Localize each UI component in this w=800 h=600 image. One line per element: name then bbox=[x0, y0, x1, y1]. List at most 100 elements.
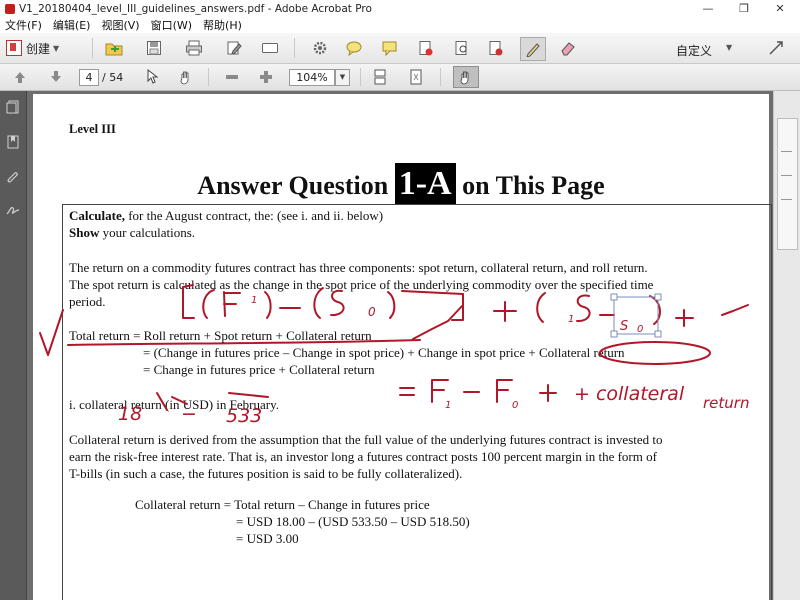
chevron-down-icon: ▼ bbox=[53, 43, 60, 53]
toolbar-divider bbox=[440, 68, 441, 86]
page-number-input[interactable]: 4 bbox=[79, 69, 99, 86]
equation-line: = (Change in futures price – Change in s… bbox=[143, 345, 625, 360]
equation-line: = Change in futures price + Collateral r… bbox=[143, 362, 375, 377]
next-page-button[interactable] bbox=[46, 67, 66, 87]
form-field-icon bbox=[262, 43, 278, 53]
hand-tool-button[interactable] bbox=[176, 67, 196, 87]
heading-prefix: Answer Question bbox=[197, 171, 395, 200]
edit-pdf-button[interactable] bbox=[224, 38, 244, 58]
speech-bubble-icon bbox=[346, 41, 362, 56]
navigation-toolbar: 4 / 54 104% ▼ 工具 签名 注释 bbox=[0, 64, 800, 150]
menu-window[interactable]: 窗口(W) bbox=[146, 17, 198, 33]
expand-button[interactable] bbox=[766, 38, 786, 58]
menu-help[interactable]: 帮助(H) bbox=[198, 17, 248, 33]
paragraph-line: The return on a commodity futures contra… bbox=[69, 260, 648, 275]
paragraph-line: Collateral return is derived from the as… bbox=[69, 432, 663, 447]
toolbar-divider bbox=[208, 68, 209, 86]
arrow-up-icon bbox=[15, 72, 25, 83]
gear-icon bbox=[313, 41, 327, 55]
pdf-page: Level III Answer Question 1-A on This Pa… bbox=[33, 94, 772, 600]
toolbar-divider bbox=[294, 38, 295, 58]
scrollbar-thumb[interactable] bbox=[777, 118, 798, 250]
document-redact-icon bbox=[489, 41, 503, 56]
page-heading: Answer Question 1-A on This Page bbox=[33, 163, 769, 204]
zoom-out-button[interactable] bbox=[222, 67, 242, 87]
find-button[interactable] bbox=[452, 38, 472, 58]
zoom-level-input[interactable]: 104% bbox=[289, 69, 335, 86]
paragraph-line: T-bills (in such a case, the futures pos… bbox=[69, 466, 463, 481]
customize-menu[interactable]: 自定义 bbox=[676, 42, 712, 59]
document-viewport[interactable]: Level III Answer Question 1-A on This Pa… bbox=[27, 91, 773, 600]
page-total: / 54 bbox=[102, 71, 124, 84]
toolbar-divider bbox=[360, 68, 361, 86]
create-pdf-icon bbox=[6, 40, 22, 56]
delete-page-button[interactable] bbox=[416, 38, 436, 58]
show-instruction: Show your calculations. bbox=[69, 224, 195, 241]
pen-tool-button[interactable] bbox=[520, 37, 546, 61]
menu-file[interactable]: 文件(F) bbox=[0, 17, 48, 33]
acrobat-icon bbox=[5, 3, 15, 14]
minimize-button[interactable]: — bbox=[690, 0, 726, 17]
calculation-line: = USD 18.00 – (USD 533.50 – USD 518.50) bbox=[236, 514, 470, 529]
open-folder-icon bbox=[105, 43, 123, 56]
page-thumbnails-icon[interactable] bbox=[6, 100, 20, 114]
title-bar: V1_20180404_level_III_guidelines_answers… bbox=[0, 0, 800, 18]
minus-icon bbox=[226, 75, 238, 79]
expand-icon bbox=[769, 41, 783, 55]
comment-button[interactable] bbox=[344, 38, 364, 58]
toolbar-divider bbox=[92, 38, 93, 58]
menu-bar: 文件(F) 编辑(E) 视图(V) 窗口(W) 帮助(H) bbox=[0, 17, 800, 33]
pencil-icon bbox=[526, 43, 540, 57]
create-button[interactable]: 创建 ▼ bbox=[6, 38, 59, 58]
close-button[interactable]: ✕ bbox=[762, 0, 798, 17]
select-tool-button[interactable] bbox=[142, 67, 162, 87]
plus-icon bbox=[260, 71, 272, 83]
redact-button[interactable] bbox=[486, 38, 506, 58]
answer-box: Calculate, for the August contract, the:… bbox=[62, 204, 772, 600]
settings-button[interactable] bbox=[310, 38, 330, 58]
signatures-icon[interactable] bbox=[6, 203, 20, 217]
arrow-down-icon bbox=[51, 71, 61, 82]
menu-edit[interactable]: 编辑(E) bbox=[48, 17, 97, 33]
open-button[interactable] bbox=[104, 38, 124, 58]
calculate-rest: for the August contract, the: (see i. an… bbox=[124, 208, 384, 223]
create-label: 创建 bbox=[26, 41, 51, 56]
fit-page-button[interactable] bbox=[406, 67, 426, 87]
calculate-instruction: Calculate, for the August contract, the:… bbox=[69, 207, 383, 224]
eraser-icon bbox=[561, 42, 575, 56]
vertical-scrollbar[interactable] bbox=[773, 91, 800, 600]
restore-button[interactable]: ❐ bbox=[726, 0, 762, 17]
bookmarks-icon[interactable] bbox=[6, 135, 20, 149]
scroll-tick bbox=[781, 199, 792, 200]
form-button[interactable] bbox=[260, 38, 280, 58]
read-mode-button[interactable] bbox=[453, 66, 479, 88]
scroll-tick bbox=[781, 175, 792, 176]
document-delete-icon bbox=[419, 41, 433, 56]
paragraph-line: period. bbox=[69, 294, 106, 309]
part-i-heading: i. collateral return (in USD) in Februar… bbox=[69, 397, 279, 412]
print-button[interactable] bbox=[184, 38, 204, 58]
show-bold: Show bbox=[69, 225, 100, 240]
hand-icon bbox=[180, 71, 189, 85]
equation-line: Total return = Roll return + Spot return… bbox=[69, 328, 372, 343]
eraser-button[interactable] bbox=[558, 38, 578, 58]
paragraph-line: The spot return is calculated as the cha… bbox=[69, 277, 654, 292]
save-button[interactable] bbox=[144, 38, 164, 58]
document-search-icon bbox=[455, 41, 467, 55]
previous-page-button[interactable] bbox=[10, 67, 30, 87]
question-number: 1-A bbox=[394, 163, 456, 204]
sticky-note-button[interactable] bbox=[380, 38, 400, 58]
save-icon bbox=[147, 41, 161, 55]
attachments-icon[interactable] bbox=[6, 170, 20, 184]
zoom-dropdown-icon[interactable]: ▼ bbox=[335, 69, 350, 86]
navigation-panel bbox=[0, 91, 27, 600]
hand-read-icon bbox=[460, 71, 469, 85]
menu-view[interactable]: 视图(V) bbox=[96, 17, 145, 33]
scroll-mode-button[interactable] bbox=[370, 67, 390, 87]
calculation-line: Collateral return = Total return – Chang… bbox=[135, 497, 430, 512]
calculation-line: = USD 3.00 bbox=[236, 531, 299, 546]
main-toolbar: 创建 ▼ 自定义 ▼ bbox=[0, 33, 800, 64]
zoom-in-button[interactable] bbox=[256, 67, 276, 87]
paragraph-line: earn the risk-free interest rate. That i… bbox=[69, 449, 657, 464]
window-title: V1_20180404_level_III_guidelines_answers… bbox=[19, 2, 372, 15]
